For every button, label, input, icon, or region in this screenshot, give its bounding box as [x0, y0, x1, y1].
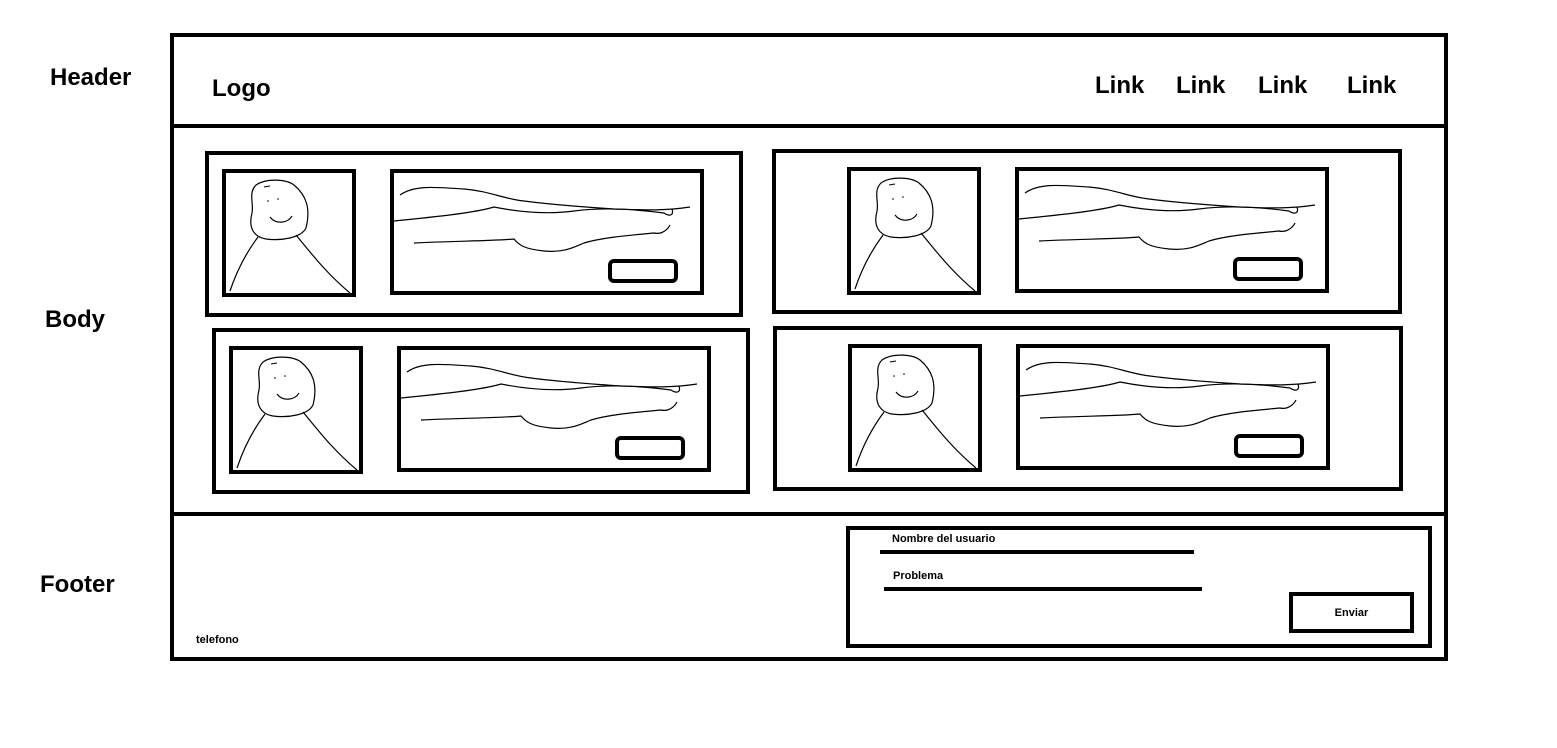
site-footer: telefono Nombre del usuario Problema Env…: [174, 512, 1444, 661]
card-button[interactable]: [1234, 434, 1304, 458]
telefono-text: telefono: [196, 634, 239, 646]
person-sketch-icon: [229, 179, 351, 293]
card-button[interactable]: [1233, 257, 1303, 281]
avatar: [848, 344, 982, 472]
text-area: [1016, 344, 1330, 470]
section-label-body: Body: [45, 306, 105, 333]
avatar: [847, 167, 981, 295]
text-area: [397, 346, 711, 472]
nav-link-4[interactable]: Link: [1347, 72, 1396, 100]
content-card: [205, 151, 743, 317]
enviar-button[interactable]: Enviar: [1289, 592, 1414, 633]
avatar: [229, 346, 363, 474]
site-header: Logo Link Link Link Link: [174, 37, 1444, 128]
page-wireframe: Logo Link Link Link Link telefono Nombre…: [170, 33, 1448, 661]
card-button[interactable]: [608, 259, 678, 283]
contact-form: Nombre del usuario Problema Enviar: [846, 526, 1432, 648]
nav-link-3[interactable]: Link: [1258, 72, 1307, 100]
person-sketch-icon: [854, 177, 976, 291]
content-card: [772, 149, 1402, 314]
section-label-header: Header: [50, 64, 132, 91]
content-card: [212, 328, 750, 494]
person-sketch-icon: [855, 354, 977, 468]
text-area: [390, 169, 704, 295]
avatar: [222, 169, 356, 297]
content-card: [773, 326, 1403, 491]
person-sketch-icon: [236, 356, 358, 470]
username-field[interactable]: [880, 550, 1194, 554]
problem-label: Problema: [893, 570, 944, 582]
nav-link-1[interactable]: Link: [1095, 72, 1144, 100]
problem-field[interactable]: [884, 587, 1202, 591]
logo[interactable]: Logo: [212, 75, 271, 103]
username-label: Nombre del usuario: [892, 533, 996, 545]
nav-link-2[interactable]: Link: [1176, 72, 1225, 100]
text-area: [1015, 167, 1329, 293]
section-label-footer: Footer: [40, 571, 115, 598]
card-button[interactable]: [615, 436, 685, 460]
